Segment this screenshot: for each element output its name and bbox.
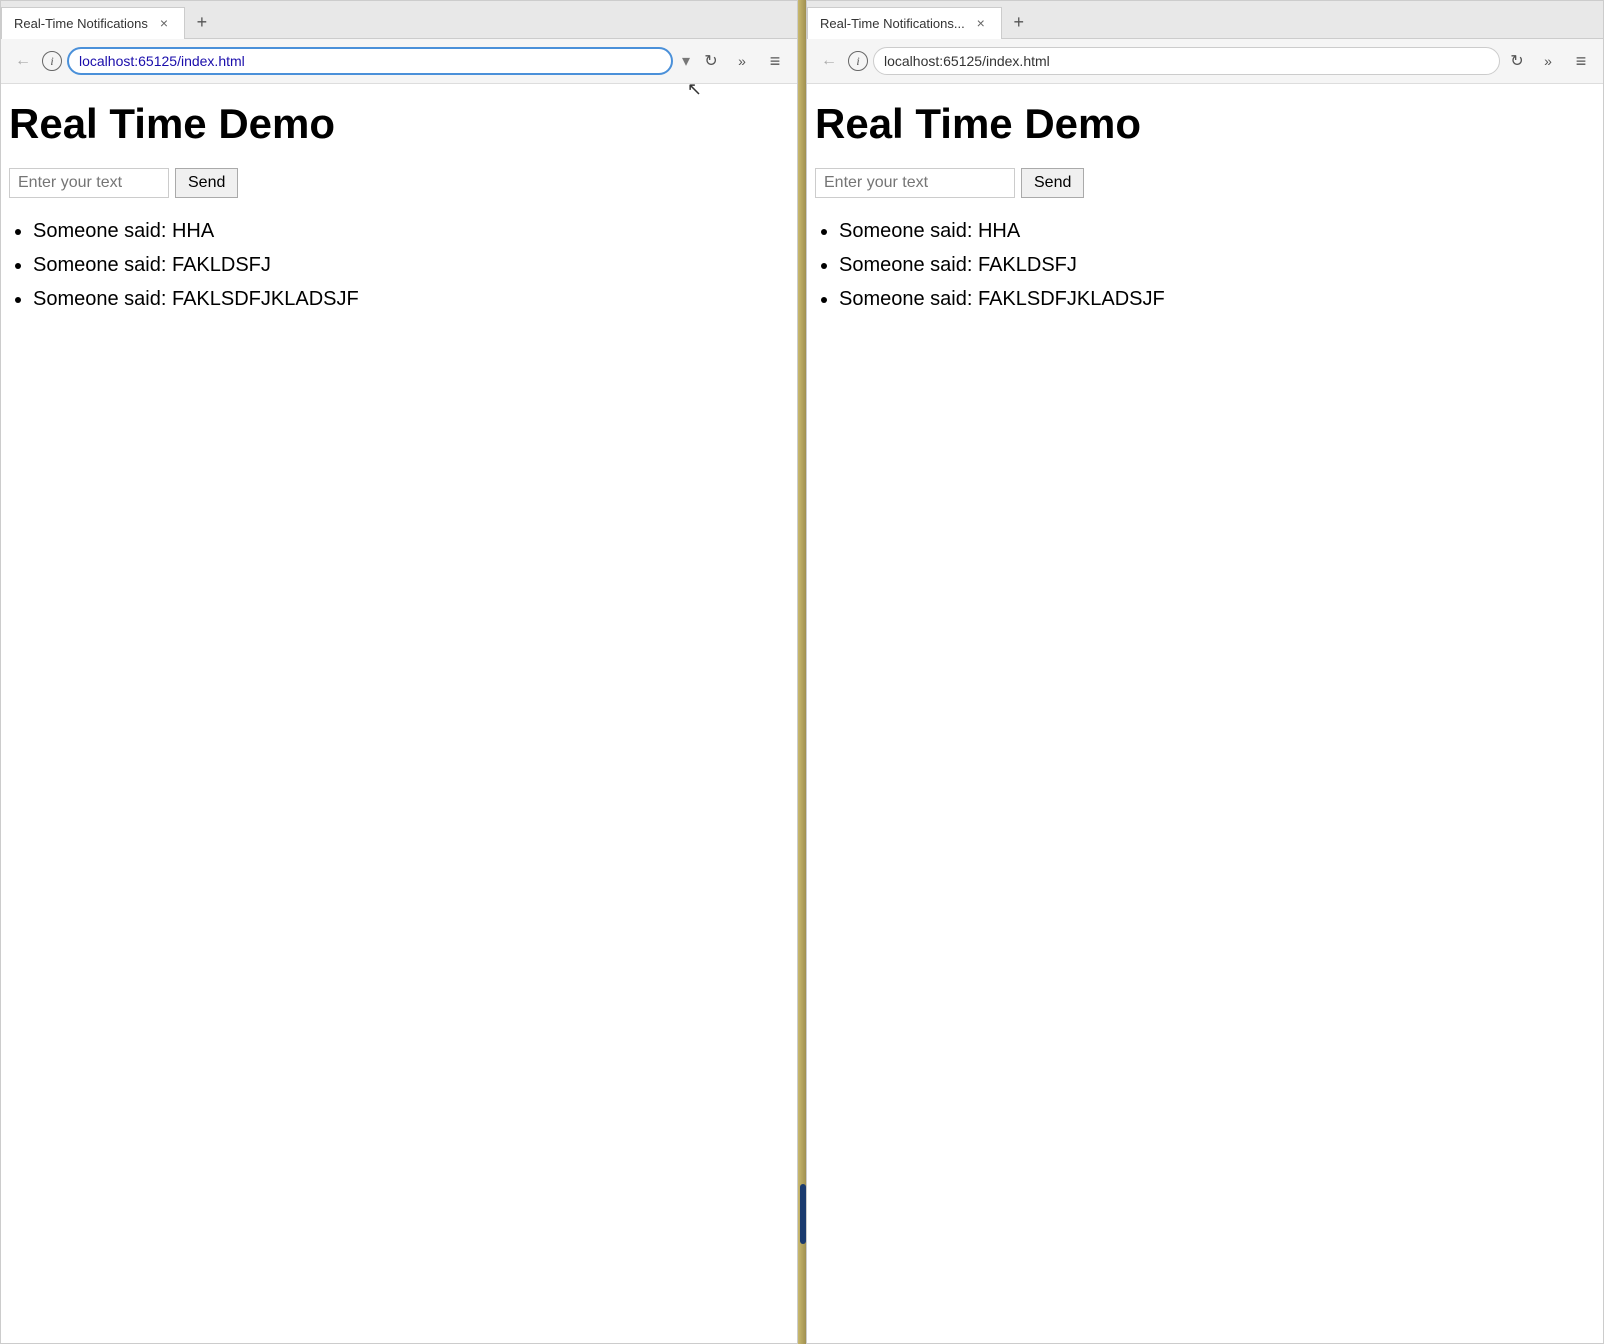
message-item-left-0: Someone said: HHA: [33, 214, 789, 248]
page-title-left: Real Time Demo: [9, 100, 789, 148]
input-row-right: Send: [815, 168, 1595, 198]
send-button-right[interactable]: Send: [1021, 168, 1084, 198]
page-content-right: Real Time Demo Send Someone said: HHA So…: [807, 84, 1603, 1343]
reload-button-right[interactable]: ↻: [1505, 49, 1529, 73]
star-icon-left[interactable]: ▾: [678, 49, 694, 73]
messages-list-left: Someone said: HHA Someone said: FAKLDSFJ…: [33, 214, 789, 316]
text-input-left[interactable]: [9, 168, 169, 198]
tab-title-right: Real-Time Notifications...: [820, 16, 965, 31]
page-content-left: Real Time Demo Send Someone said: HHA So…: [1, 84, 797, 1343]
address-bar-left: ← i ▾ ↻ » ≡: [1, 39, 797, 84]
tab-title-left: Real-Time Notifications: [14, 16, 148, 31]
window-divider: [798, 0, 806, 1344]
message-item-right-2: Someone said: FAKLSDFJKLADSJF: [839, 282, 1595, 316]
browser-container: Real-Time Notifications × + ← i ▾ ↻ » ≡ …: [0, 0, 1604, 1344]
info-icon-left: i: [50, 54, 53, 69]
tab-bar-right: Real-Time Notifications... × +: [807, 1, 1603, 39]
reload-icon-right: ↻: [1510, 51, 1523, 71]
tab-left[interactable]: Real-Time Notifications ×: [1, 7, 185, 39]
menu-button-right[interactable]: ≡: [1567, 47, 1595, 75]
back-button-left[interactable]: ←: [9, 47, 37, 75]
back-icon-left: ←: [15, 52, 31, 70]
message-item-right-0: Someone said: HHA: [839, 214, 1595, 248]
browser-window-right: Real-Time Notifications... × + ← i ↻ » ≡…: [806, 0, 1604, 1344]
text-input-right[interactable]: [815, 168, 1015, 198]
extensions-button-left[interactable]: »: [728, 47, 756, 75]
address-bar-right: ← i ↻ » ≡: [807, 39, 1603, 84]
reload-icon-left: ↻: [704, 51, 717, 71]
extensions-button-right[interactable]: »: [1534, 47, 1562, 75]
info-button-right[interactable]: i: [848, 51, 868, 71]
menu-button-left[interactable]: ≡: [761, 47, 789, 75]
scrollbar-indicator[interactable]: [800, 1184, 806, 1244]
messages-list-right: Someone said: HHA Someone said: FAKLDSFJ…: [839, 214, 1595, 316]
message-item-left-2: Someone said: FAKLSDFJKLADSJF: [33, 282, 789, 316]
info-button-left[interactable]: i: [42, 51, 62, 71]
url-input-left[interactable]: [67, 47, 673, 75]
reload-button-left[interactable]: ↻: [699, 49, 723, 73]
new-tab-button-right[interactable]: +: [1004, 8, 1034, 38]
back-button-right[interactable]: ←: [815, 47, 843, 75]
tab-right[interactable]: Real-Time Notifications... ×: [807, 7, 1002, 39]
back-icon-right: ←: [821, 52, 837, 70]
tab-close-right[interactable]: ×: [973, 15, 989, 31]
url-input-right[interactable]: [873, 47, 1500, 75]
message-item-left-1: Someone said: FAKLDSFJ: [33, 248, 789, 282]
message-item-right-1: Someone said: FAKLDSFJ: [839, 248, 1595, 282]
info-icon-right: i: [856, 54, 859, 69]
tab-close-left[interactable]: ×: [156, 15, 172, 31]
input-row-left: Send: [9, 168, 789, 198]
browser-window-left: Real-Time Notifications × + ← i ▾ ↻ » ≡ …: [0, 0, 798, 1344]
send-button-left[interactable]: Send: [175, 168, 238, 198]
new-tab-button-left[interactable]: +: [187, 8, 217, 38]
page-title-right: Real Time Demo: [815, 100, 1595, 148]
tab-bar-left: Real-Time Notifications × +: [1, 1, 797, 39]
